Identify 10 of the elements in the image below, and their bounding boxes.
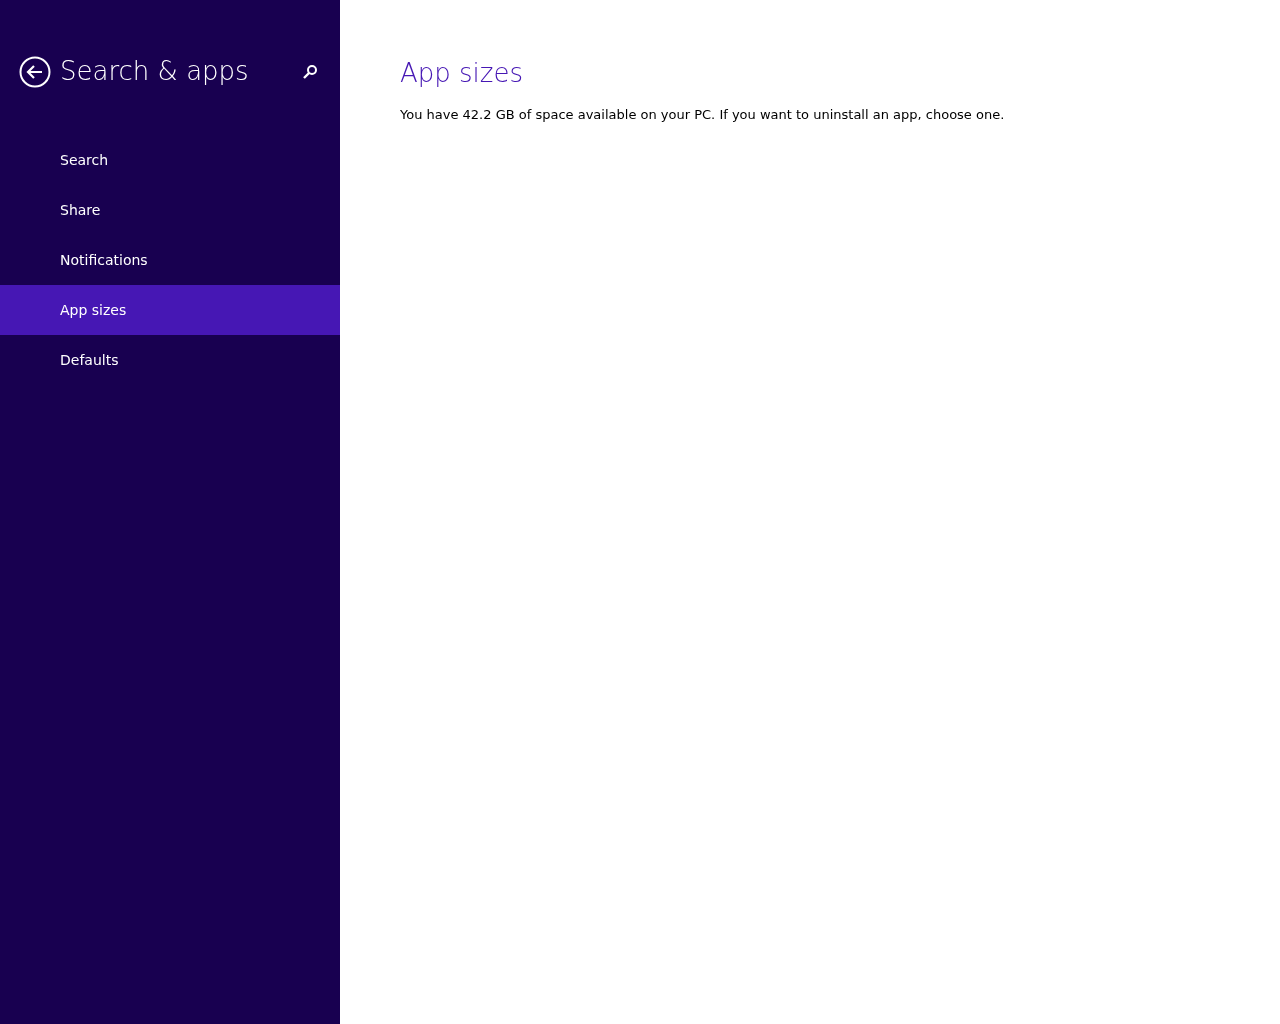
page-heading: App sizes	[400, 57, 525, 90]
search-icon	[302, 63, 318, 80]
sidebar-item[interactable]: Share	[0, 185, 340, 235]
sidebar-item[interactable]: Search	[0, 135, 340, 185]
sidebar-item[interactable]: Defaults	[0, 335, 340, 385]
sidebar-item[interactable]: Notifications	[0, 235, 340, 285]
description-text: You have 42.2 GB of space available on your PC. If you want to uninstall an app, choose one.	[400, 106, 1006, 124]
sidebar-title: Search & apps	[60, 55, 249, 88]
sidebar-item[interactable]: App sizes	[0, 285, 340, 335]
back-button[interactable]	[19, 55, 51, 88]
